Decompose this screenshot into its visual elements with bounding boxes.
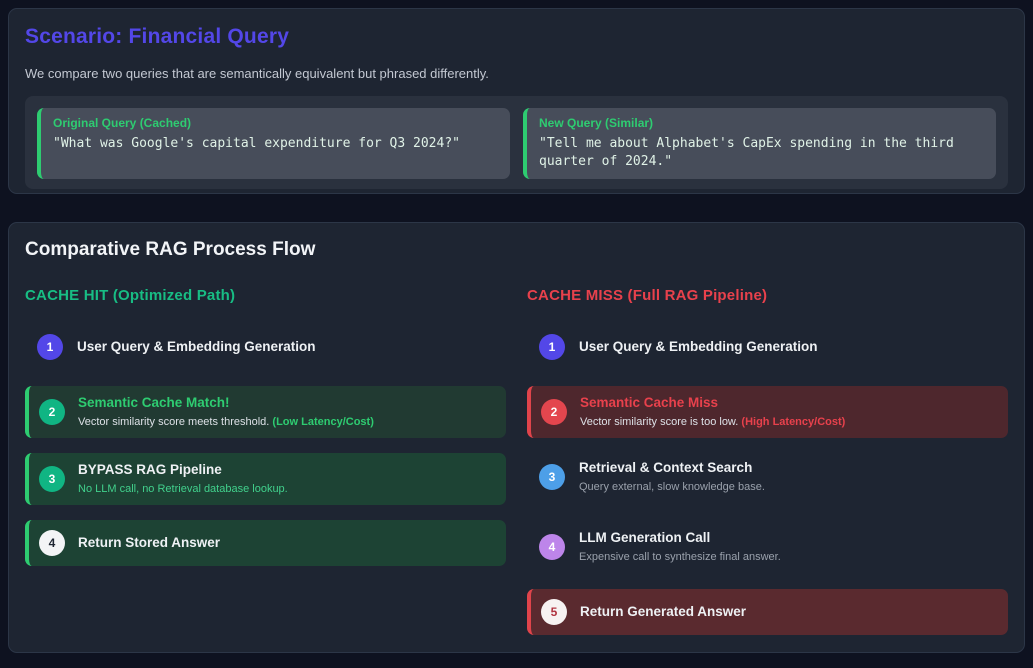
step-subtitle: No LLM call, no Retrieval database looku… [78, 483, 288, 496]
flow-columns: CACHE HIT (Optimized Path) 1 User Query … [25, 287, 1008, 635]
step-title: BYPASS RAG Pipeline [78, 462, 288, 478]
miss-step-4: 4 LLM Generation Call Expensive call to … [527, 530, 1008, 564]
step-subtitle: Vector similarity score is too low. (Hig… [580, 416, 845, 429]
query-card-original: Original Query (Cached) "What was Google… [37, 108, 510, 179]
step-text: BYPASS RAG Pipeline No LLM call, no Retr… [78, 462, 288, 495]
hit-step-1: 1 User Query & Embedding Generation [25, 333, 506, 361]
step-subtitle-text: Vector similarity score is too low. [580, 416, 738, 428]
step-number-badge: 1 [539, 334, 565, 360]
hit-step-4-card: 4 Return Stored Answer [25, 520, 506, 566]
step-subtitle: Query external, slow knowledge base. [579, 481, 765, 494]
step-title: Return Stored Answer [78, 535, 220, 551]
step-title: Semantic Cache Miss [580, 395, 845, 411]
query-text-new: "Tell me about Alphabet's CapEx spending… [539, 135, 984, 171]
step-subtitle-text: Vector similarity score meets threshold. [78, 416, 269, 428]
hit-step-2-card: 2 Semantic Cache Match! Vector similarit… [25, 386, 506, 438]
miss-step-3: 3 Retrieval & Context Search Query exter… [527, 460, 1008, 494]
query-label-new: New Query (Similar) [539, 116, 984, 130]
query-comparison-container: Original Query (Cached) "What was Google… [25, 96, 1008, 189]
cache-hit-column: CACHE HIT (Optimized Path) 1 User Query … [25, 287, 506, 635]
step-title: Return Generated Answer [580, 604, 746, 620]
step-title: LLM Generation Call [579, 530, 781, 546]
step-text: Semantic Cache Match! Vector similarity … [78, 395, 374, 428]
step-subtitle: Vector similarity score meets threshold.… [78, 416, 374, 429]
step-number-badge: 3 [39, 466, 65, 492]
step-number-badge: 2 [39, 399, 65, 425]
scenario-title: Scenario: Financial Query [25, 25, 1008, 49]
query-label-original: Original Query (Cached) [53, 116, 498, 130]
step-subtitle-highlight: (High Latency/Cost) [741, 416, 845, 428]
flow-title: Comparative RAG Process Flow [25, 239, 1008, 261]
miss-step-5-card: 5 Return Generated Answer [527, 589, 1008, 635]
step-text: Retrieval & Context Search Query externa… [579, 460, 765, 493]
scenario-description: We compare two queries that are semantic… [25, 66, 1008, 81]
cache-hit-header: CACHE HIT (Optimized Path) [25, 287, 506, 304]
query-card-new: New Query (Similar) "Tell me about Alpha… [523, 108, 996, 179]
step-title: Semantic Cache Match! [78, 395, 374, 411]
miss-step-1: 1 User Query & Embedding Generation [527, 333, 1008, 361]
step-subtitle-highlight: (Low Latency/Cost) [272, 416, 373, 428]
step-number-badge: 4 [39, 530, 65, 556]
step-number-badge: 5 [541, 599, 567, 625]
hit-step-3-card: 3 BYPASS RAG Pipeline No LLM call, no Re… [25, 453, 506, 505]
step-number-badge: 2 [541, 399, 567, 425]
miss-step-2-card: 2 Semantic Cache Miss Vector similarity … [527, 386, 1008, 438]
query-text-original: "What was Google's capital expenditure f… [53, 135, 498, 153]
cache-miss-column: CACHE MISS (Full RAG Pipeline) 1 User Qu… [527, 287, 1008, 635]
step-number-badge: 4 [539, 534, 565, 560]
step-title: User Query & Embedding Generation [579, 339, 818, 355]
step-title: User Query & Embedding Generation [77, 339, 316, 355]
cache-miss-header: CACHE MISS (Full RAG Pipeline) [527, 287, 1008, 304]
step-subtitle: Expensive call to synthesize final answe… [579, 551, 781, 564]
step-number-badge: 1 [37, 334, 63, 360]
step-text: Semantic Cache Miss Vector similarity sc… [580, 395, 845, 428]
scenario-panel: Scenario: Financial Query We compare two… [8, 8, 1025, 194]
step-number-badge: 3 [539, 464, 565, 490]
step-text: LLM Generation Call Expensive call to sy… [579, 530, 781, 563]
step-title: Retrieval & Context Search [579, 460, 765, 476]
rag-flow-panel: Comparative RAG Process Flow CACHE HIT (… [8, 222, 1025, 653]
